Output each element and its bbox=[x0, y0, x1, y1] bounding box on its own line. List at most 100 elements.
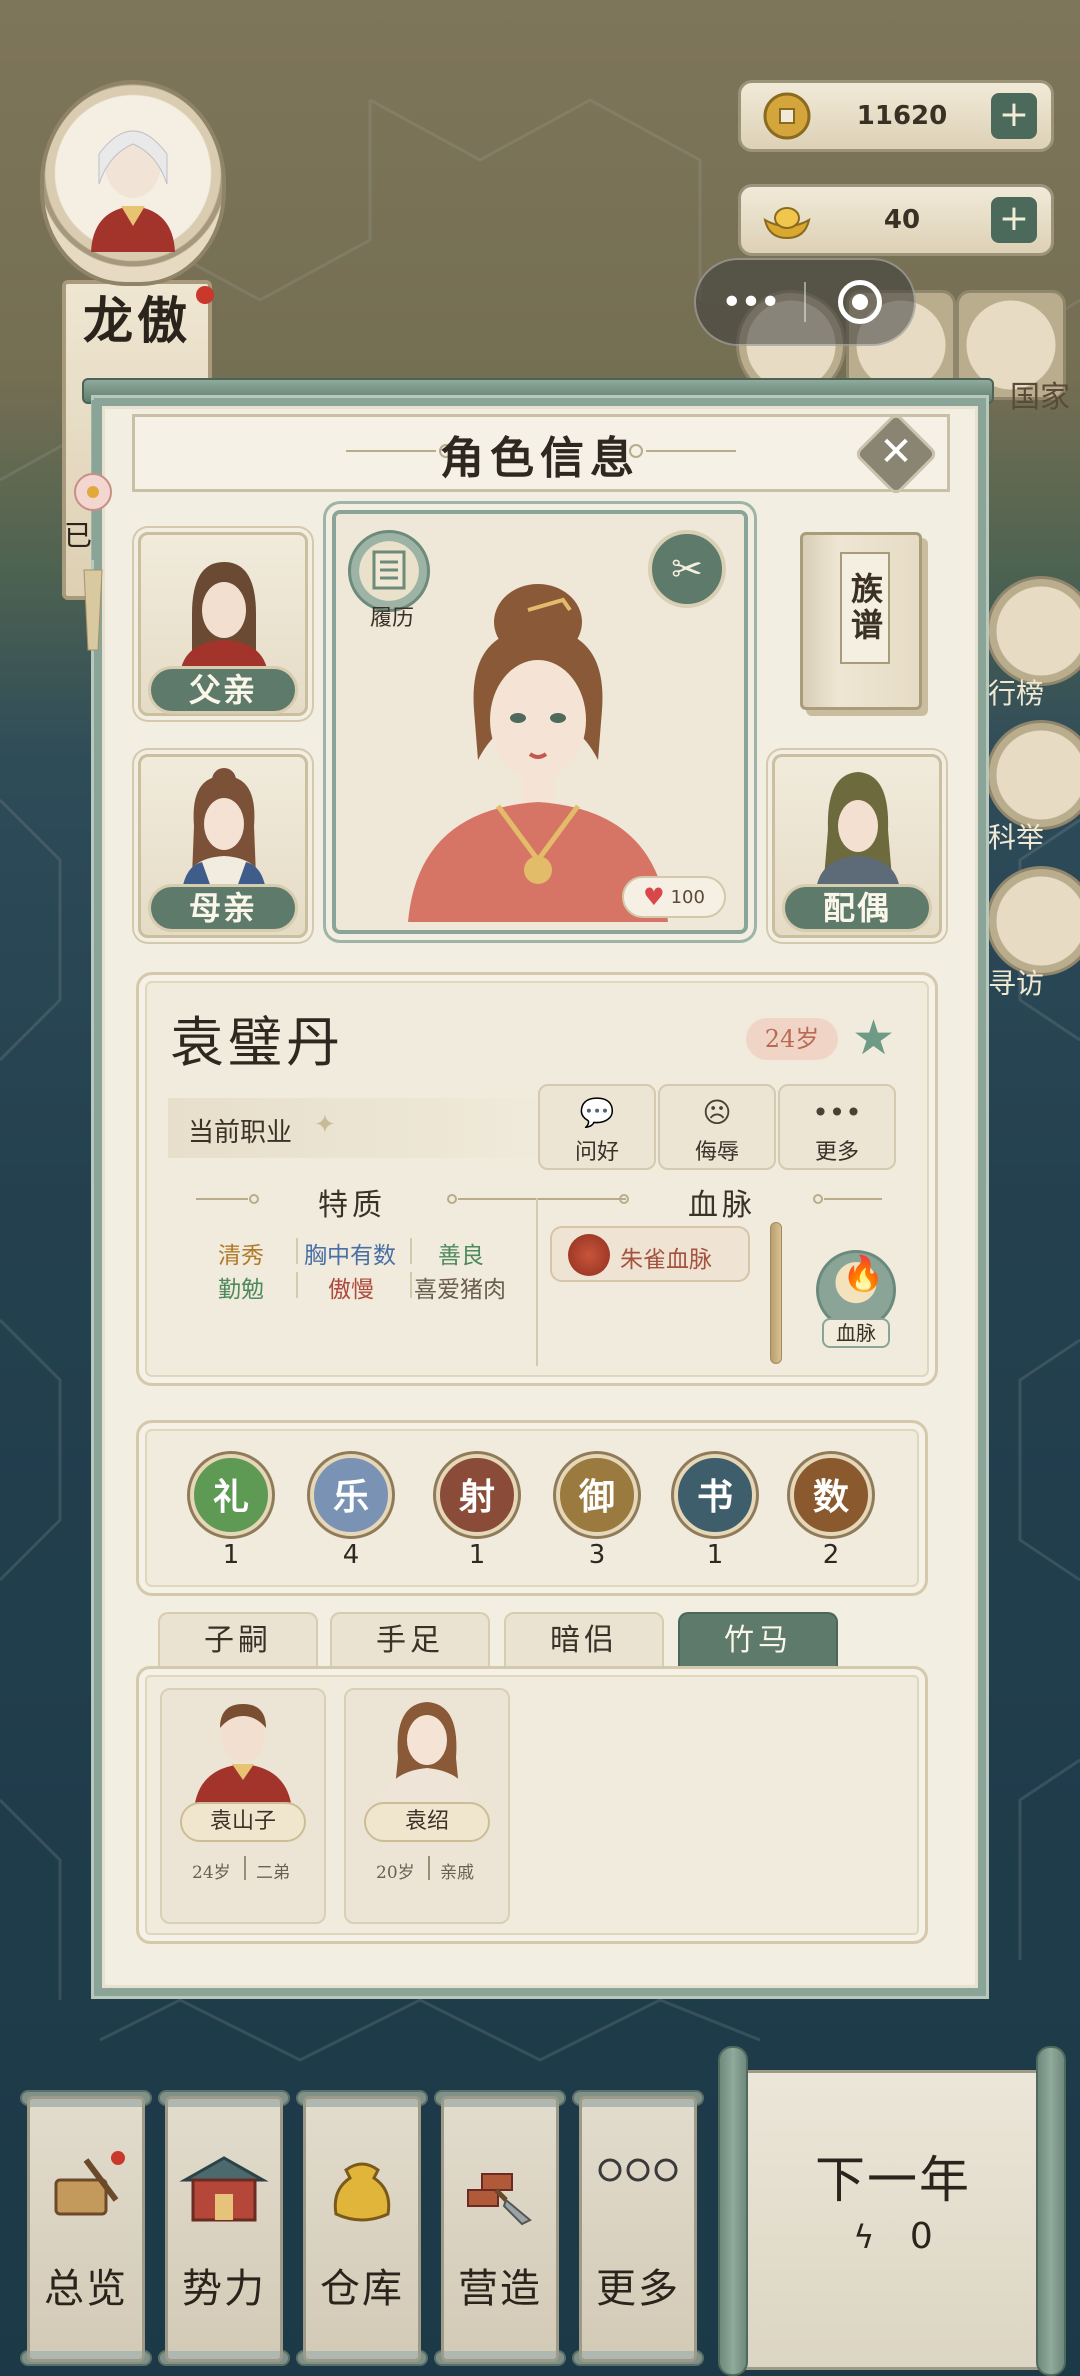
copper-coin-icon bbox=[763, 92, 811, 140]
side-label-country: 国家 bbox=[1010, 380, 1070, 415]
energy-value: 0 bbox=[909, 2216, 933, 2257]
affection-value: 100 bbox=[670, 886, 705, 908]
side-label-leaderboard: 行榜 bbox=[988, 677, 1045, 710]
section-divider bbox=[536, 1198, 538, 1366]
tab-lovers[interactable]: 暗侣 bbox=[504, 1612, 664, 1668]
favorite-star-icon[interactable]: ★ bbox=[852, 1008, 895, 1068]
trait-item[interactable]: 喜爱猪肉 bbox=[414, 1270, 506, 1304]
add-coins-button[interactable]: + bbox=[991, 93, 1037, 139]
energy-counter: ϟ 0 bbox=[738, 2216, 1048, 2257]
palace-icon bbox=[165, 2150, 283, 2234]
kin-meta-divider bbox=[244, 1856, 246, 1880]
capsule-close-button[interactable] bbox=[806, 280, 914, 324]
trait-divider bbox=[410, 1272, 412, 1298]
capsule-more-button[interactable]: ••• bbox=[696, 282, 804, 323]
stat-archery-icon[interactable]: 射 bbox=[436, 1454, 518, 1536]
nav-construction-label: 营造 bbox=[458, 2266, 542, 2312]
chat-bubble-icon: 💬 bbox=[579, 1096, 615, 1129]
trait-item[interactable]: 勤勉 bbox=[218, 1270, 264, 1304]
kin-meta-divider bbox=[428, 1856, 430, 1880]
scroll-brush-icon bbox=[27, 2150, 145, 2234]
nav-more-label: 更多 bbox=[596, 2266, 680, 2312]
coin-amount: 11620 bbox=[856, 101, 948, 131]
job-label: 当前职业 bbox=[188, 1118, 293, 1148]
stat-calligraphy-value: 1 bbox=[706, 1540, 724, 1570]
spouse-label: 配偶 bbox=[782, 884, 932, 932]
kin-age: 24岁 bbox=[192, 1863, 231, 1883]
trait-item[interactable]: 胸中有数 bbox=[304, 1236, 396, 1270]
side-label-exam: 科举 bbox=[988, 821, 1045, 854]
stat-math-icon[interactable]: 数 bbox=[790, 1454, 872, 1536]
stat-music-icon[interactable]: 乐 bbox=[310, 1454, 392, 1536]
nav-overview-label: 总览 bbox=[44, 2266, 128, 2312]
kin-name: 袁绍 bbox=[364, 1802, 490, 1842]
bloodline-button-label: 血脉 bbox=[822, 1318, 890, 1348]
kin-portrait-icon bbox=[380, 1702, 474, 1810]
heart-icon: ♥ bbox=[643, 883, 665, 911]
bloodline-ornament-right bbox=[813, 1194, 882, 1204]
more-circles-icon bbox=[579, 2150, 697, 2194]
close-icon[interactable]: ✕ bbox=[866, 420, 926, 484]
stat-archery-value: 1 bbox=[468, 1540, 486, 1570]
stat-charioteering-icon[interactable]: 御 bbox=[556, 1454, 638, 1536]
mother-label: 母亲 bbox=[148, 884, 298, 932]
nav-more-button[interactable] bbox=[579, 2096, 697, 2362]
lord-portrait-icon bbox=[91, 130, 175, 252]
money-bag-icon bbox=[303, 2150, 421, 2234]
nav-warehouse-label: 仓库 bbox=[320, 2266, 404, 2312]
trait-item[interactable]: 傲慢 bbox=[328, 1270, 374, 1304]
nav-forces-label: 势力 bbox=[182, 2266, 266, 2312]
tab-children[interactable]: 子嗣 bbox=[158, 1612, 318, 1668]
lightning-icon: ϟ bbox=[853, 2218, 875, 2256]
father-label: 父亲 bbox=[148, 666, 298, 714]
coin-resource: 11620 + bbox=[738, 80, 1054, 152]
trait-item[interactable]: 清秀 bbox=[218, 1236, 264, 1270]
greet-label: 问好 bbox=[574, 1140, 619, 1165]
mother-portrait-icon bbox=[182, 768, 266, 890]
flame-icon: 🔥 bbox=[842, 1254, 885, 1294]
next-year-label: 下一年 bbox=[815, 2151, 971, 2209]
bloodline-name: 朱雀血脉 bbox=[620, 1247, 712, 1273]
trowel-bricks-icon bbox=[441, 2150, 559, 2234]
gold-resource: 40 + bbox=[738, 184, 1054, 256]
bloodline-title: 血脉 bbox=[688, 1188, 756, 1223]
affection-badge: ♥ 100 bbox=[622, 876, 726, 918]
more-actions-label: 更多 bbox=[814, 1140, 859, 1165]
traits-ornament-left bbox=[196, 1194, 259, 1204]
scissors-icon[interactable]: ✂ bbox=[648, 530, 726, 608]
lord-name: 龙傲 bbox=[83, 291, 191, 350]
genealogy-label: 族谱 bbox=[840, 552, 890, 664]
character-portrait-icon bbox=[408, 584, 668, 922]
more-dots-icon: ••• bbox=[812, 1096, 862, 1129]
phoenix-icon bbox=[568, 1234, 610, 1276]
add-gold-button[interactable]: + bbox=[991, 197, 1037, 243]
stat-charioteering-value: 3 bbox=[588, 1540, 606, 1570]
kin-portrait-icon bbox=[194, 1704, 292, 1810]
tab-siblings[interactable]: 手足 bbox=[330, 1612, 490, 1668]
bloodline-ornament-left bbox=[560, 1194, 629, 1204]
kin-relation: 二弟 bbox=[256, 1863, 290, 1883]
gold-amount: 40 bbox=[883, 205, 921, 235]
miniprogram-capsule: ••• bbox=[694, 258, 916, 346]
insult-label: 侮辱 bbox=[694, 1140, 739, 1165]
lord-avatar[interactable] bbox=[40, 80, 226, 286]
target-icon bbox=[838, 280, 882, 324]
kin-age: 20岁 bbox=[376, 1863, 415, 1883]
trait-divider bbox=[296, 1272, 298, 1298]
stat-calligraphy-icon[interactable]: 书 bbox=[674, 1454, 756, 1536]
gold-ingot-icon bbox=[763, 207, 811, 240]
trait-divider bbox=[296, 1238, 298, 1264]
resume-label: 履历 bbox=[369, 606, 414, 631]
kin-name: 袁山子 bbox=[180, 1802, 306, 1842]
stat-rites-icon[interactable]: 礼 bbox=[190, 1454, 272, 1536]
character-name: 袁璧丹 bbox=[170, 1011, 344, 1074]
lord-notification-dot bbox=[196, 286, 214, 304]
trait-item[interactable]: 善良 bbox=[438, 1236, 484, 1270]
kin-relation: 亲戚 bbox=[440, 1863, 474, 1883]
stat-rites-value: 1 bbox=[222, 1540, 240, 1570]
bloodline-scrollbar[interactable] bbox=[770, 1222, 782, 1364]
stat-music-value: 4 bbox=[342, 1540, 360, 1570]
father-portrait-icon bbox=[180, 562, 268, 674]
tab-childhood-friends[interactable]: 竹马 bbox=[678, 1612, 838, 1668]
spouse-portrait-icon bbox=[816, 772, 900, 890]
